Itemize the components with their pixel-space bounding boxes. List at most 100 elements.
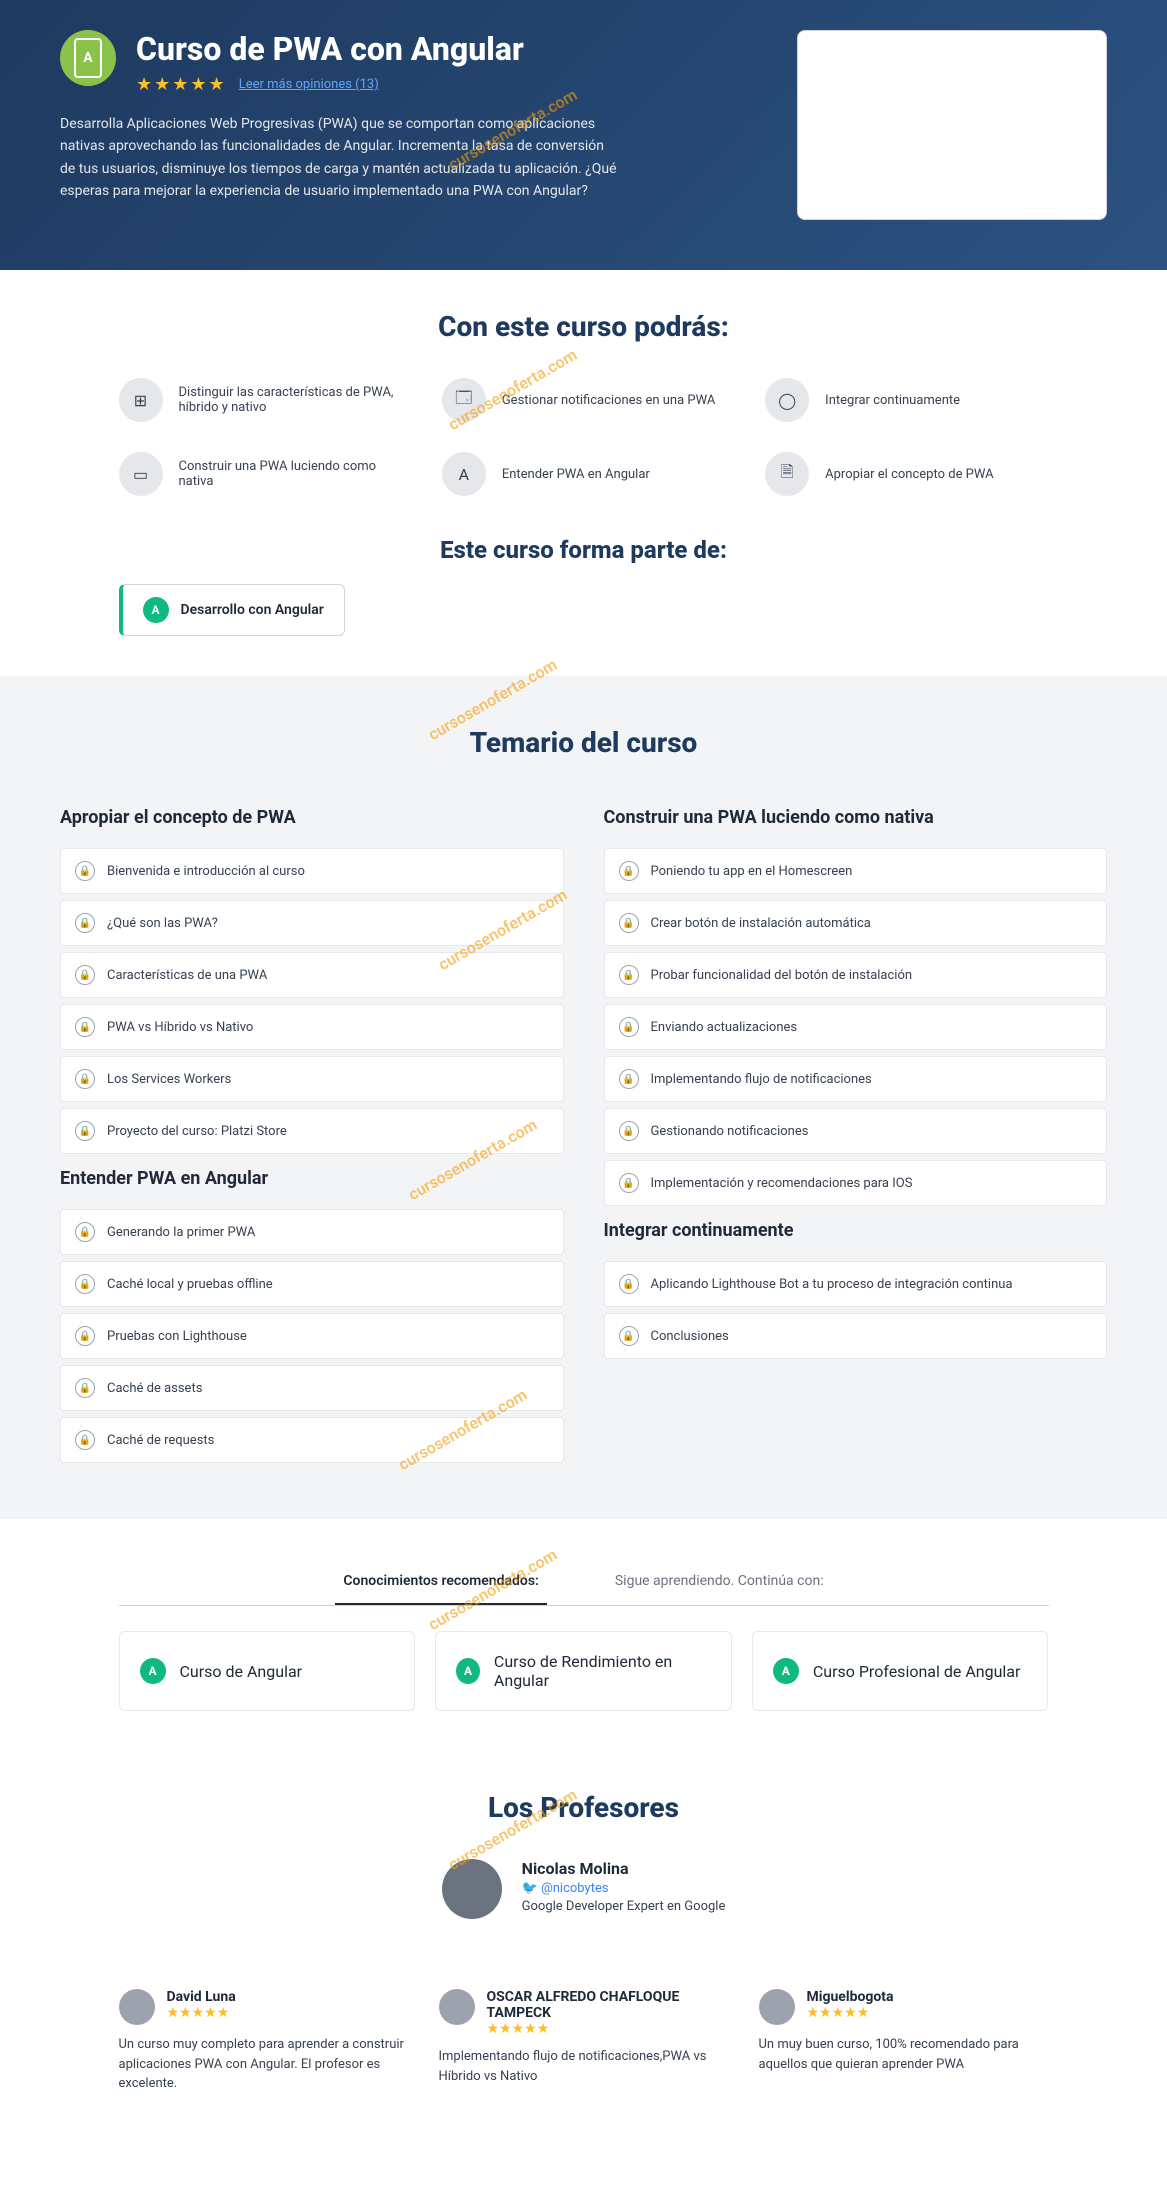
module: Construir una PWA luciendo como nativa🔒P… [604, 799, 1108, 1206]
lesson-row[interactable]: 🔒Crear botón de instalación automática [604, 900, 1108, 946]
track-card[interactable]: A Desarrollo con Angular [119, 584, 345, 636]
hero-media-placeholder [797, 30, 1107, 220]
lesson-row[interactable]: 🔒 PWA vs Híbrido vs Nativo [60, 1004, 564, 1050]
lesson-title: Gestionando notificaciones [651, 1124, 809, 1139]
lock-icon: 🔒 [75, 1222, 95, 1242]
lesson-row[interactable]: 🔒 Proyecto del curso: Platzi Store [60, 1108, 564, 1154]
skill-item: ◯Integrar continuamente [765, 378, 1048, 422]
tab-continue[interactable]: Sigue aprendiendo. Continúa con: [607, 1559, 832, 1605]
lock-icon: 🔒 [619, 861, 639, 881]
module-title: Integrar continuamente [604, 1212, 1108, 1249]
angular-icon: A [140, 1658, 166, 1684]
lesson-row[interactable]: 🔒Conclusiones [604, 1313, 1108, 1359]
course-card[interactable]: ACurso Profesional de Angular [752, 1631, 1049, 1711]
star-rating-icon: ★★★★★ [487, 2021, 729, 2037]
lesson-row[interactable]: 🔒 Generando la primer PWA [60, 1209, 564, 1255]
lesson-title: Aplicando Lighthouse Bot a tu proceso de… [651, 1277, 1013, 1292]
review: OSCAR ALFREDO CHAFLOQUE TAMPECK★★★★★Impl… [439, 1989, 729, 2094]
review-text: Un curso muy completo para aprender a co… [119, 2035, 409, 2094]
lock-icon: 🔒 [619, 1069, 639, 1089]
skills-heading: Con este curso podrás: [119, 310, 1049, 343]
student-reviews: David Luna★★★★★Un curso muy completo par… [59, 1959, 1109, 2124]
review-text: Un muy buen curso, 100% recomendado para… [759, 2035, 1049, 2074]
tab-recommended[interactable]: Conocimientos recomendados: [335, 1559, 546, 1605]
lesson-title: Caché de assets [107, 1381, 202, 1396]
lock-icon: 🔒 [75, 1121, 95, 1141]
lesson-title: Características de una PWA [107, 968, 267, 983]
lesson-row[interactable]: 🔒 ¿Qué son las PWA? [60, 900, 564, 946]
related-courses: A Curso de Angular ACurso de Rendimiento e… [119, 1631, 1049, 1711]
lesson-row[interactable]: 🔒Caché local y pruebas offline [60, 1261, 564, 1307]
lock-icon: 🔒 [75, 1274, 95, 1294]
professor-handle[interactable]: @nicobytes [522, 1881, 726, 1896]
skills-grid: ⊞Distinguir las características de PWA, … [119, 378, 1049, 496]
lesson-row[interactable]: 🔒 Bienvenida e introducción al curso [60, 848, 564, 894]
lesson-row[interactable]: 🔒Enviando actualizaciones [604, 1004, 1108, 1050]
lesson-title: Caché de requests [107, 1433, 214, 1448]
lesson-row[interactable]: 🔒 Pruebas con Lighthouse [60, 1313, 564, 1359]
course-title: Curso de PWA con Angular [136, 30, 524, 68]
module-title: Construir una PWA luciendo como nativa [604, 799, 1108, 836]
professor-role: Google Developer Expert en Google [522, 1899, 726, 1914]
lock-icon: 🔒 [619, 1274, 639, 1294]
skill-icon: 🗎 [765, 452, 809, 496]
angular-icon: A [456, 1658, 480, 1684]
reviewer-avatar [759, 1989, 795, 2025]
skill-text: Apropiar el concepto de PWA [825, 467, 993, 482]
lesson-row[interactable]: 🔒 Caché de requests [60, 1417, 564, 1463]
lesson-row[interactable]: 🔒 Probar funcionalidad del botón de insta… [604, 952, 1108, 998]
lock-icon: 🔒 [75, 913, 95, 933]
module-title: Entender PWA en Angular [60, 1160, 564, 1197]
skill-icon: 🗔 [442, 378, 486, 422]
professor-name: Nicolas Molina [522, 1859, 726, 1878]
star-rating-icon: ★★★★★ [807, 2005, 894, 2021]
lesson-row[interactable]: 🔒Gestionando notificaciones [604, 1108, 1108, 1154]
lesson-row[interactable]: 🔒Poniendo tu app en el Homescreen [604, 848, 1108, 894]
lesson-title: ¿Qué son las PWA? [107, 916, 218, 931]
reviewer-avatar [119, 1989, 155, 2025]
lock-icon: 🔒 [619, 965, 639, 985]
lesson-title: Crear botón de instalación automática [651, 916, 871, 931]
angular-icon: A [773, 1658, 799, 1684]
tabs: Conocimientos recomendados: Sigue aprend… [119, 1559, 1049, 1606]
course-card[interactable]: ACurso de Rendimiento en Angular [435, 1631, 732, 1711]
module: Entender PWA en Angular 🔒 Generando la pri… [60, 1160, 564, 1463]
lesson-row[interactable]: 🔒 Aplicando Lighthouse Bot a tu proceso d… [604, 1261, 1108, 1307]
skill-text: Integrar continuamente [825, 393, 960, 408]
review: Miguelbogota★★★★★ Un muy buen curso, 100%… [759, 1989, 1049, 2094]
reviews-link[interactable]: Leer más opiniones (13) [239, 77, 379, 92]
skill-text: Gestionar notificaciones en una PWA [502, 393, 716, 408]
skill-item: ⊞Distinguir las características de PWA, … [119, 378, 402, 422]
lesson-row[interactable]: 🔒Los Services Workers [60, 1056, 564, 1102]
skill-item: ▭Construir una PWA luciendo como nativa [119, 452, 402, 496]
lesson-title: Bienvenida e introducción al curso [107, 864, 305, 879]
lesson-row[interactable]: 🔒 Características de una PWA [60, 952, 564, 998]
lock-icon: 🔒 [75, 1326, 95, 1346]
lesson-title: Implementación y recomendaciones para IO… [651, 1176, 913, 1191]
lesson-title: Generando la primer PWA [107, 1225, 255, 1240]
lesson-title: PWA vs Híbrido vs Nativo [107, 1020, 253, 1035]
skill-text: Construir una PWA luciendo como nativa [179, 459, 402, 489]
lock-icon: 🔒 [75, 861, 95, 881]
lock-icon: 🔒 [75, 965, 95, 985]
lesson-row[interactable]: 🔒Implementación y recomendaciones para I… [604, 1160, 1108, 1206]
lesson-title: Conclusiones [651, 1329, 729, 1344]
skill-icon: A [442, 452, 486, 496]
lesson-title: Probar funcionalidad del botón de instal… [651, 968, 913, 983]
lock-icon: 🔒 [75, 1017, 95, 1037]
lesson-title: Implementando flujo de notificaciones [651, 1072, 872, 1087]
course-badge-icon [60, 30, 116, 86]
lesson-row[interactable]: 🔒 Implementando flujo de notificaciones [604, 1056, 1108, 1102]
lesson-title: Proyecto del curso: Platzi Store [107, 1124, 287, 1139]
lesson-title: Enviando actualizaciones [651, 1020, 798, 1035]
course-name: Curso de Angular [180, 1662, 303, 1681]
lesson-title: Pruebas con Lighthouse [107, 1329, 247, 1344]
lesson-row[interactable]: 🔒Caché de assets [60, 1365, 564, 1411]
angular-icon: A [143, 597, 169, 623]
lock-icon: 🔒 [75, 1430, 95, 1450]
star-rating-icon: ★★★★★ [136, 74, 227, 95]
part-of-heading: Este curso forma parte de: [119, 536, 1049, 564]
course-card[interactable]: A Curso de Angular [119, 1631, 416, 1711]
reviewer-name: Miguelbogota [807, 1989, 894, 2005]
course-description: Desarrolla Aplicaciones Web Progresivas … [60, 113, 620, 203]
